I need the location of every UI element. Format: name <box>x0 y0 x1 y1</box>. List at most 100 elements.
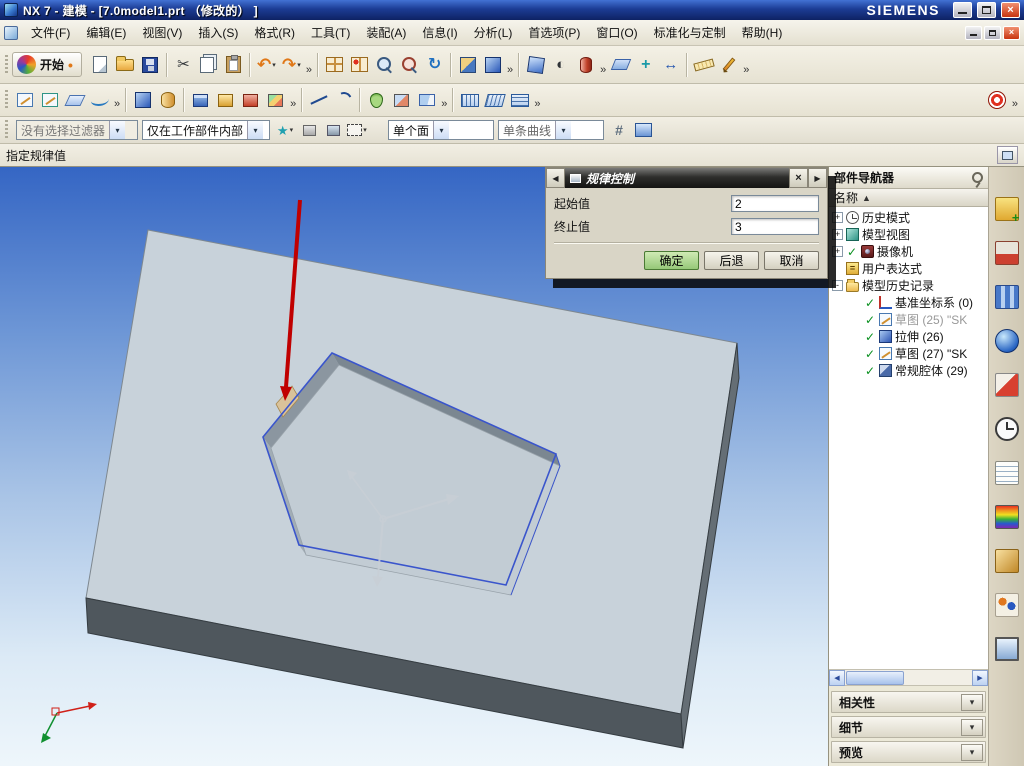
doc-minimize-button[interactable] <box>965 25 982 40</box>
true-shading-icon[interactable] <box>573 52 598 78</box>
section-expand-button[interactable]: ▾ <box>961 693 983 711</box>
rendering-style-icon[interactable]: ◐ <box>548 52 573 78</box>
collapse-icon[interactable]: - <box>832 280 843 291</box>
toolbar-grip[interactable] <box>5 54 8 75</box>
scrollbar-thumb[interactable] <box>846 670 904 685</box>
toolbar-overflow-button[interactable]: » <box>288 98 298 110</box>
refresh-view-icon[interactable]: ↻ <box>422 52 447 78</box>
arc-icon[interactable] <box>331 88 356 112</box>
dialog-forward-arrow[interactable]: ▶ <box>808 168 827 188</box>
dialog-rail-icon[interactable] <box>997 146 1018 164</box>
toolbar-overflow-button[interactable]: » <box>112 98 122 110</box>
menu-edit[interactable]: 编辑(E) <box>78 20 134 45</box>
display-part-icon[interactable] <box>322 52 347 78</box>
menu-customize[interactable]: 标准化与定制 <box>646 20 734 45</box>
toolbar-overflow-button[interactable]: » <box>505 64 515 76</box>
menu-information[interactable]: 信息(I) <box>414 20 465 45</box>
dialog-back-arrow[interactable]: ◀ <box>546 168 565 188</box>
history-icon[interactable] <box>993 415 1021 443</box>
navigator-horizontal-scrollbar[interactable]: ◀ ▶ <box>829 669 988 686</box>
doc-close-button[interactable]: × <box>1003 25 1020 40</box>
dialog-window-icon[interactable] <box>632 119 654 141</box>
selection-filter-dropdown[interactable]: 没有选择过滤器 ▾ <box>16 120 138 140</box>
dropdown-arrow-icon[interactable]: ▾ <box>247 121 264 139</box>
dropdown-arrow-icon[interactable]: ▾ <box>290 126 294 134</box>
dropdown-arrow-icon[interactable]: ▾ <box>555 121 572 139</box>
dialog-title-bar[interactable]: ◀ 规律控制 × ▶ <box>546 168 827 188</box>
section-view-icon[interactable] <box>455 52 480 78</box>
scroll-left-icon[interactable]: ◀ <box>829 669 845 686</box>
roles-icon[interactable] <box>993 591 1021 619</box>
selection-priority-icon[interactable] <box>298 119 320 141</box>
tree-item-sketch-27[interactable]: ✓ 草图 (27) "SK <box>829 345 988 362</box>
n-sided-surface-icon[interactable] <box>507 88 532 112</box>
scroll-right-icon[interactable]: ▶ <box>972 669 988 686</box>
checkbox-checked-icon[interactable]: ✓ <box>864 364 876 378</box>
expand-icon[interactable]: + <box>832 229 843 240</box>
cylinder-icon[interactable] <box>213 88 238 112</box>
orient-view-icon[interactable] <box>523 52 548 78</box>
dropdown-arrow-icon[interactable]: ▾ <box>433 121 450 139</box>
doc-restore-button[interactable] <box>984 25 1001 40</box>
menu-assemblies[interactable]: 装配(A) <box>358 20 414 45</box>
section-dependencies[interactable]: 相关性 ▾ <box>831 691 986 713</box>
dialog-close-button[interactable]: × <box>789 168 808 188</box>
swept-icon[interactable] <box>482 88 507 112</box>
checkbox-checked-icon[interactable]: ✓ <box>864 296 876 310</box>
copy-icon[interactable] <box>196 52 221 78</box>
paste-icon[interactable] <box>221 52 246 78</box>
minimize-button[interactable] <box>953 2 972 18</box>
sketch-icon[interactable] <box>12 88 37 112</box>
curve-rule-dropdown[interactable]: 单条曲线 ▾ <box>498 120 604 140</box>
dropdown-arrow-icon[interactable]: ▾ <box>363 126 367 134</box>
toolbar-grip[interactable] <box>5 90 8 110</box>
palette-icon[interactable] <box>993 503 1021 531</box>
tree-item-extrude-26[interactable]: ✓ 拉伸 (26) <box>829 328 988 345</box>
datum-plane-icon[interactable] <box>62 88 87 112</box>
dialog-title-area[interactable]: 规律控制 <box>565 168 789 188</box>
toolbar-overflow-button[interactable]: » <box>741 64 751 76</box>
back-button[interactable]: 后退 <box>704 251 759 270</box>
menu-help[interactable]: 帮助(H) <box>734 20 791 45</box>
tree-item-cameras[interactable]: + ✓ 摄像机 <box>829 243 988 260</box>
dropdown-arrow-icon[interactable]: ▾ <box>109 121 126 139</box>
new-file-icon[interactable] <box>88 52 113 78</box>
tree-item-general-pocket-29[interactable]: ✓ 常规腔体 (29) <box>829 362 988 379</box>
start-value-input[interactable] <box>731 195 819 212</box>
measure-distance-icon[interactable] <box>691 52 716 78</box>
dropdown-arrow-icon[interactable]: ▾ <box>297 61 301 69</box>
tree-item-user-expressions[interactable]: 用户表达式 <box>829 260 988 277</box>
trim-body-icon[interactable] <box>414 88 439 112</box>
toolbar-grip[interactable] <box>5 120 8 140</box>
zoom-window-icon[interactable] <box>372 52 397 78</box>
dropdown-arrow-icon[interactable]: ▾ <box>272 61 276 69</box>
cut-icon[interactable]: ✂ <box>171 52 196 78</box>
checkbox-checked-icon[interactable]: ✓ <box>864 330 876 344</box>
toolbar-overflow-button[interactable]: » <box>304 64 314 76</box>
marquee-select-icon[interactable]: ▾ <box>346 119 368 141</box>
shaded-display-icon[interactable] <box>480 52 505 78</box>
grid-snap-icon[interactable]: # <box>608 119 630 141</box>
save-icon[interactable] <box>138 52 163 78</box>
menu-tools[interactable]: 工具(T) <box>303 20 358 45</box>
menu-format[interactable]: 格式(R) <box>246 20 303 45</box>
ok-button[interactable]: 确定 <box>644 251 699 270</box>
close-button[interactable]: × <box>1001 2 1020 18</box>
materials-icon[interactable] <box>993 547 1021 575</box>
tree-item-sketch-25[interactable]: ✓ 草图 (25) "SK <box>829 311 988 328</box>
information-icon[interactable] <box>993 459 1021 487</box>
menu-file[interactable]: 文件(F) <box>23 20 78 45</box>
section-details[interactable]: 细节 ▾ <box>831 716 986 738</box>
expand-icon[interactable]: + <box>832 212 843 223</box>
menu-analysis[interactable]: 分析(L) <box>466 20 521 45</box>
curve-icon[interactable] <box>87 88 112 112</box>
toolbar-overflow-button[interactable]: » <box>532 98 542 110</box>
face-rule-dropdown[interactable]: 单个面 ▾ <box>388 120 494 140</box>
section-preview[interactable]: 预览 ▾ <box>831 741 986 763</box>
undo-icon[interactable]: ↶ ▾ <box>254 52 279 78</box>
expand-icon[interactable]: + <box>832 246 843 257</box>
checkbox-checked-icon[interactable]: ✓ <box>864 347 876 361</box>
redo-icon[interactable]: ↷ ▾ <box>279 52 304 78</box>
move-object-icon[interactable]: ↔ <box>658 52 683 78</box>
menu-window[interactable]: 窗口(O) <box>588 20 645 45</box>
